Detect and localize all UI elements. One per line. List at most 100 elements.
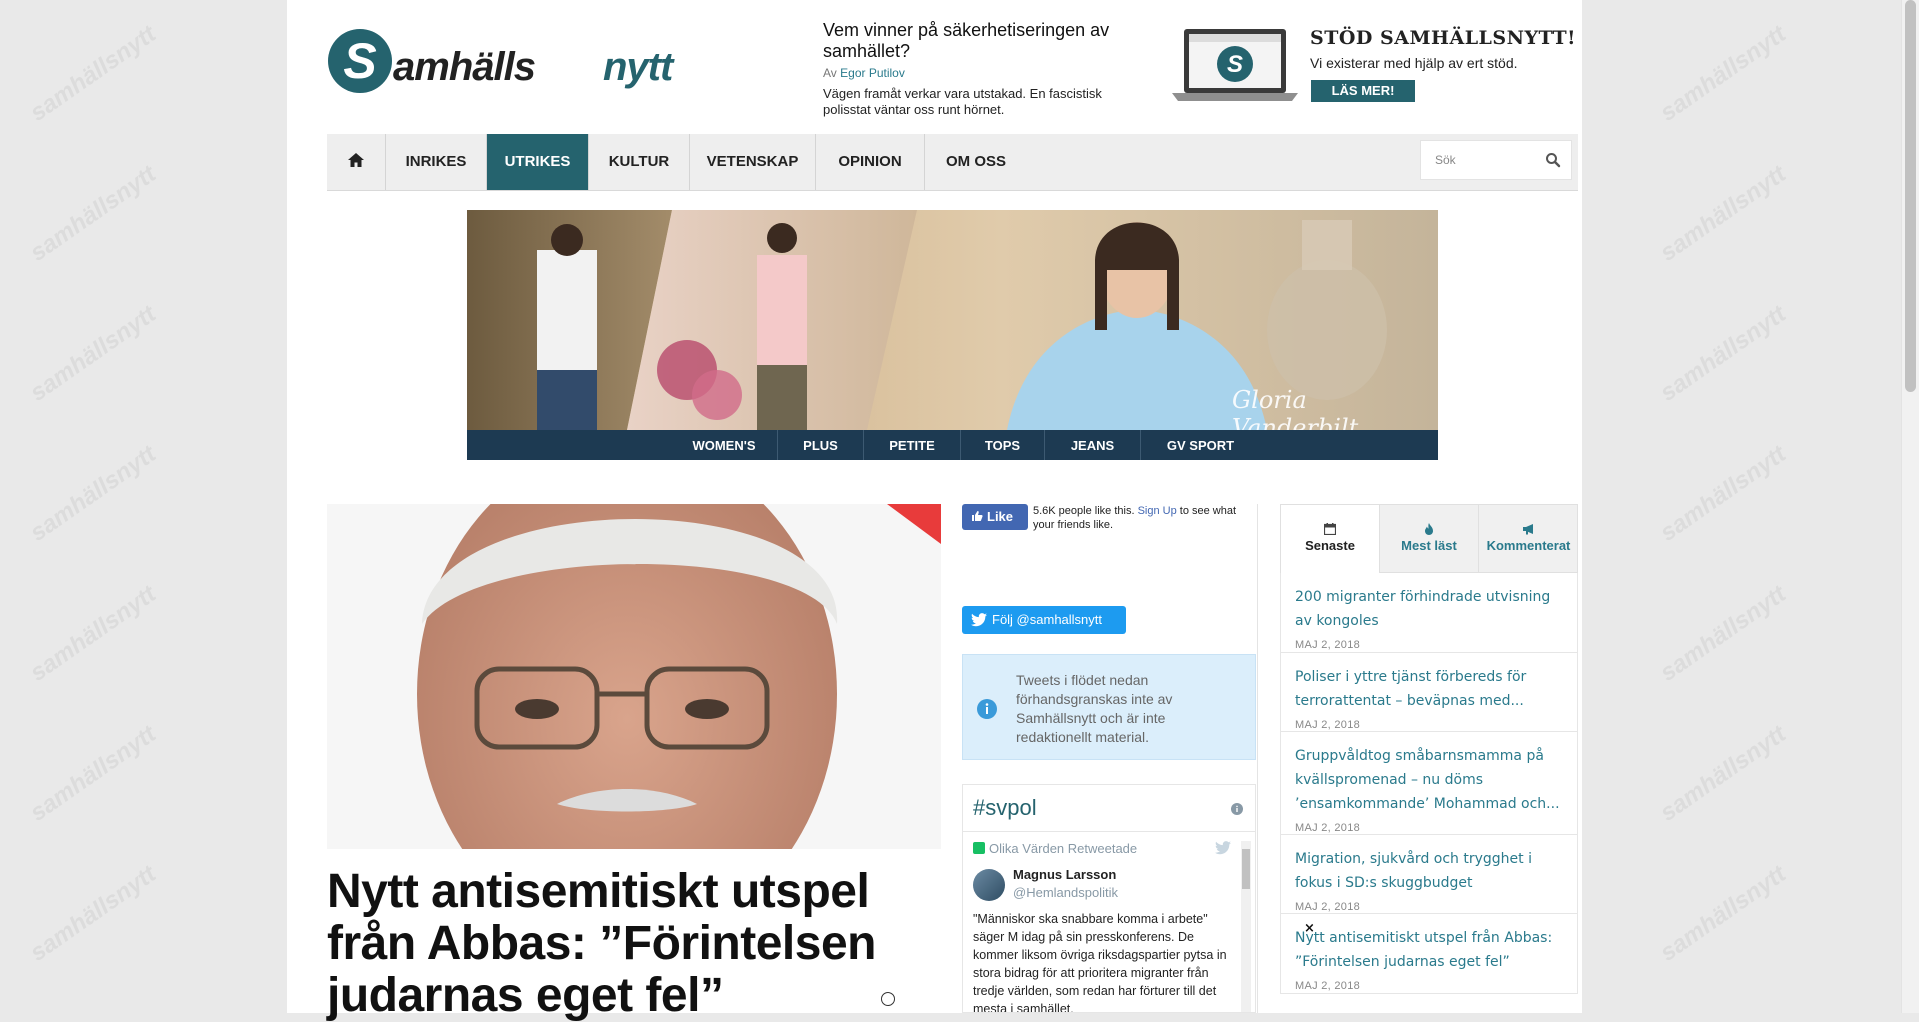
svg-text:S: S	[1227, 51, 1243, 78]
nav-item-om-oss[interactable]: OM OSS	[925, 134, 1027, 190]
tab-senaste-label: Senaste	[1305, 538, 1355, 553]
info-icon	[977, 699, 997, 719]
search-icon[interactable]	[1545, 152, 1561, 168]
news-item-date: MAJ 2, 2018	[1295, 822, 1361, 834]
search-input[interactable]	[1421, 141, 1531, 179]
svg-text:S: S	[343, 33, 376, 89]
tab-senaste[interactable]: Senaste	[1281, 505, 1380, 573]
ad-link-jeans[interactable]: JEANS	[1044, 430, 1140, 460]
watermark: samhällsnytt	[1655, 720, 1791, 827]
tab-kommenterat[interactable]: Kommenterat	[1479, 505, 1578, 572]
tab-mest-last-label: Mest läst	[1401, 538, 1457, 553]
fb-signup-link[interactable]: Sign Up	[1138, 505, 1177, 517]
news-item-date: MAJ 2, 2018	[1295, 980, 1361, 992]
support-banner[interactable]: S STÖD SAMHÄLLSNYTT! Vi existerar med hj…	[1170, 25, 1580, 105]
watermark: samhällsnytt	[25, 860, 161, 967]
facebook-like-button[interactable]: Like	[962, 504, 1028, 530]
article-title[interactable]: Nytt antisemitiskt utspel från Abbas: ”F…	[327, 866, 927, 1022]
thumbs-up-icon	[972, 511, 983, 521]
timeline-scrollbar[interactable]	[1241, 841, 1251, 1012]
watermark: samhällsnytt	[25, 720, 161, 827]
news-item-link[interactable]: Migration, sjukvård och trygghet i fokus…	[1295, 847, 1563, 895]
news-item-link[interactable]: Poliser i yttre tjänst förbereds för ter…	[1295, 665, 1563, 713]
list-item: Gruppvåldtog småbarnsmamma på kvällsprom…	[1280, 732, 1578, 835]
twitter-notice: Tweets i flödet nedan förhandsgranskas i…	[962, 654, 1256, 760]
news-item-link[interactable]: 200 migranter förhindrade utvisning av k…	[1295, 585, 1563, 633]
featured-author-link[interactable]: Egor Putilov	[840, 66, 905, 80]
latest-news-widget: Senaste Mest läst Kommenterat 200 migran…	[1280, 504, 1578, 1013]
twitter-bird-icon[interactable]	[1215, 841, 1231, 855]
ad-link-plus[interactable]: PLUS	[777, 430, 863, 460]
search-box	[1420, 140, 1572, 180]
info-icon[interactable]	[1231, 803, 1243, 815]
news-item-date: MAJ 2, 2018	[1295, 901, 1361, 913]
twitter-follow-label: Följ @samhallsnytt	[992, 612, 1103, 627]
list-item: Nytt antisemitiskt utspel från Abbas: ”F…	[1280, 914, 1578, 994]
ad-category-bar: WOMEN'S PLUS PETITE TOPS JEANS GV SPORT	[467, 430, 1438, 460]
ad-link-petite[interactable]: PETITE	[863, 430, 960, 460]
svg-text:amhälls: amhälls	[393, 45, 535, 89]
calendar-icon	[1324, 523, 1336, 535]
page-scrollbar[interactable]	[1901, 0, 1919, 1013]
watermark: samhällsnytt	[1655, 860, 1791, 967]
timeline-hashtag[interactable]: #svpol	[973, 795, 1037, 821]
tweet-author-handle[interactable]: @Hemlandspolitik	[1013, 885, 1118, 900]
ad-link-gv-sport[interactable]: GV SPORT	[1140, 430, 1260, 460]
featured-byline: Av Egor Putilov	[823, 66, 1153, 80]
news-tabs: Senaste Mest läst Kommenterat	[1280, 504, 1578, 573]
featured-article: Vem vinner på säkerhetiseringen av samhä…	[823, 20, 1153, 118]
social-column: Like 5.6K people like this. Sign Up to s…	[962, 504, 1258, 1013]
retweet-label: Olika Värden Retweetade	[973, 841, 1137, 856]
list-item: Migration, sjukvård och trygghet i fokus…	[1280, 835, 1578, 914]
ad-link-womens[interactable]: WOMEN'S	[671, 430, 777, 460]
timeline-header: #svpol	[963, 785, 1255, 832]
nav-item-utrikes[interactable]: UTRIKES	[487, 134, 589, 190]
tab-mest-last[interactable]: Mest läst	[1380, 505, 1479, 572]
watermark: samhällsnytt	[25, 300, 161, 407]
tab-kommenterat-label: Kommenterat	[1486, 538, 1571, 553]
site-logo[interactable]: S amhälls nytt	[327, 28, 731, 94]
watermark: samhällsnytt	[1655, 440, 1791, 547]
tweet-author-name[interactable]: Magnus Larsson	[1013, 867, 1116, 882]
nav-item-opinion[interactable]: OPINION	[816, 134, 925, 190]
news-item-link[interactable]: Nytt antisemitiskt utspel från Abbas: ”F…	[1295, 926, 1563, 974]
nav-home[interactable]	[327, 134, 386, 190]
scrollbar-thumb[interactable]	[1905, 0, 1916, 392]
news-item-date: MAJ 2, 2018	[1295, 639, 1361, 651]
featured-description: Vägen framåt verkar vara utstakad. En fa…	[823, 86, 1102, 117]
watermark: samhällsnytt	[1655, 300, 1791, 407]
ad-link-tops[interactable]: TOPS	[960, 430, 1044, 460]
close-icon[interactable]: ×	[1304, 921, 1315, 936]
nav-item-vetenskap[interactable]: VETENSKAP	[690, 134, 816, 190]
megaphone-icon	[1522, 524, 1533, 535]
featured-title-link[interactable]: Vem vinner på säkerhetiseringen av samhä…	[823, 20, 1153, 62]
read-more-button[interactable]: LÄS MER!	[1311, 80, 1415, 102]
retweet-by: Olika Värden Retweetade	[989, 841, 1138, 856]
watermark: samhällsnytt	[1655, 160, 1791, 267]
article-image[interactable]	[327, 504, 941, 849]
nav-item-inrikes[interactable]: INRIKES	[386, 134, 487, 190]
avatar[interactable]	[973, 869, 1005, 901]
home-icon	[348, 153, 364, 167]
retweet-icon	[973, 842, 985, 854]
facebook-like-count: 5.6K people like this. Sign Up to see wh…	[1033, 504, 1258, 532]
page-container: S amhälls nytt Vem vinner på säkerhetise…	[287, 0, 1582, 1022]
notice-text: Tweets i flödet nedan förhandsgranskas i…	[1016, 672, 1173, 745]
twitter-follow-button[interactable]: Följ @samhallsnytt	[962, 606, 1126, 634]
news-item-date: MAJ 2, 2018	[1295, 719, 1361, 731]
fb-count: 5.6K people like this.	[1033, 505, 1135, 517]
mouse-cursor	[881, 992, 895, 1006]
support-subtitle: Vi existerar med hjälp av ert stöd.	[1310, 55, 1518, 71]
ad-banner[interactable]: Gloria Vanderbilt WOMEN'S PLUS PETITE TO…	[467, 210, 1438, 460]
svg-text:nytt: nytt	[603, 45, 675, 89]
twitter-timeline[interactable]: #svpol Olika Värden Retweetade Magnus La…	[962, 784, 1256, 1013]
watermark: samhällsnytt	[1655, 580, 1791, 687]
facebook-like-label: Like	[987, 509, 1014, 524]
main-nav: INRIKES UTRIKES KULTUR VETENSKAP OPINION…	[327, 134, 1578, 191]
nav-item-kultur[interactable]: KULTUR	[589, 134, 690, 190]
twitter-bird-icon	[971, 613, 987, 627]
news-item-link[interactable]: Gruppvåldtog småbarnsmamma på kvällsprom…	[1295, 744, 1563, 816]
list-item: Poliser i yttre tjänst förbereds för ter…	[1280, 653, 1578, 732]
list-item: 200 migranter förhindrade utvisning av k…	[1280, 573, 1578, 653]
watermark: samhällsnytt	[25, 580, 161, 687]
